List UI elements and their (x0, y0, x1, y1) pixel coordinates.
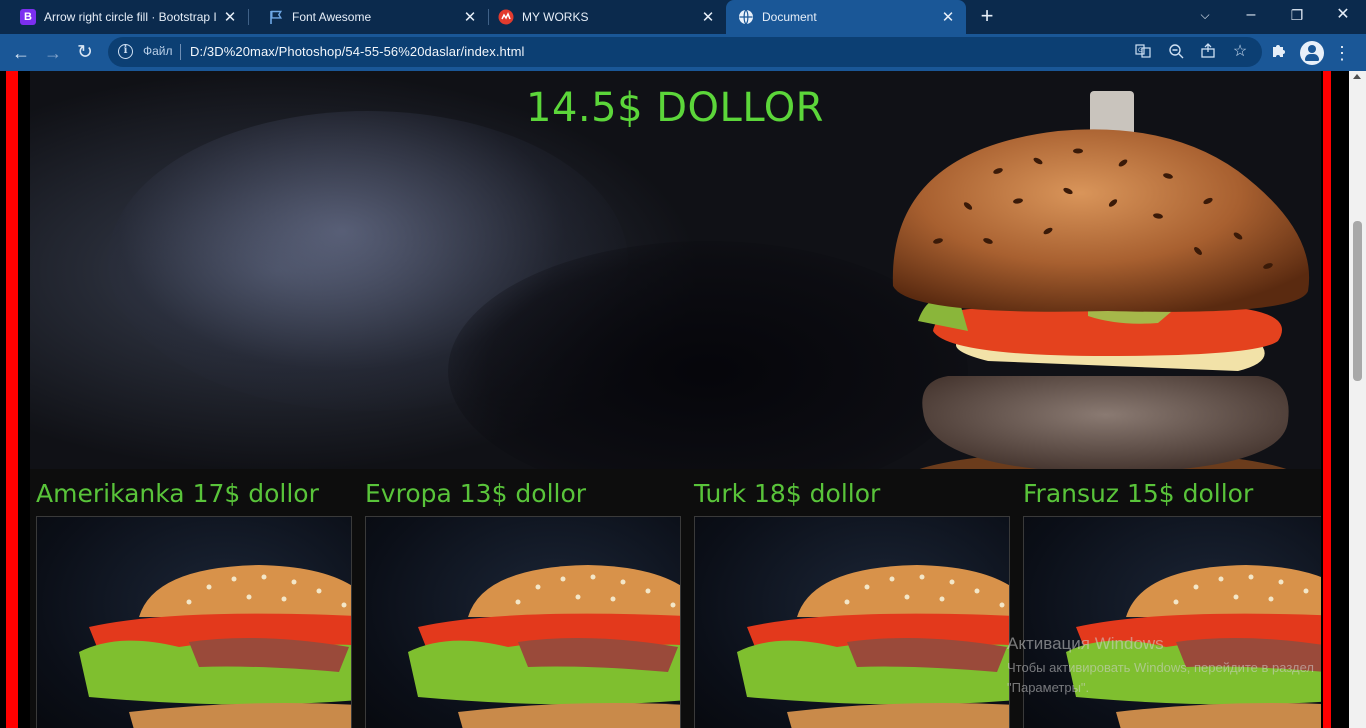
hero-burger-image (892, 91, 1310, 469)
tab-document[interactable]: Document ✕ (726, 0, 966, 34)
share-icon[interactable] (1198, 43, 1218, 61)
flag-icon (268, 9, 284, 25)
product-card-image (365, 516, 681, 728)
bootstrap-icon: B (20, 9, 36, 25)
reload-icon[interactable]: ↻ (72, 40, 98, 66)
tab-font-awesome[interactable]: Font Awesome ✕ (248, 0, 488, 34)
tab-title: Arrow right circle fill · Bootstrap I (44, 10, 217, 24)
restore-icon[interactable]: ❐ (1274, 0, 1320, 30)
product-card-turk[interactable]: Turk 18$ dollor (686, 469, 1010, 728)
scheme-label: Файл (143, 44, 173, 58)
page-frame-right-border (1321, 71, 1349, 728)
burger-image (737, 565, 1009, 728)
burger-image (408, 565, 680, 728)
page-viewport: 14.5$ DOLLOR Amerikanka 17$ dollor Evrop… (0, 71, 1349, 728)
product-card-image (36, 516, 352, 728)
product-card-title: Evropa 13$ dollor (365, 479, 587, 508)
minimize-icon[interactable]: – (1228, 0, 1274, 30)
translate-icon[interactable]: G (1133, 43, 1153, 61)
avatar-icon[interactable] (1300, 41, 1324, 65)
zoom-icon[interactable] (1166, 43, 1186, 61)
close-icon[interactable]: ✕ (460, 8, 480, 26)
new-tab-button[interactable]: + (975, 5, 999, 29)
globe-icon (738, 9, 754, 25)
close-icon[interactable]: ✕ (220, 8, 240, 26)
product-card-title: Fransuz 15$ dollor (1023, 479, 1254, 508)
url-text[interactable]: D:/3D%20max/Photoshop/54-55-56%20daslar/… (190, 44, 525, 59)
product-card-title: Amerikanka 17$ dollor (36, 479, 319, 508)
page-frame-left-border (0, 71, 30, 728)
address-bar[interactable]: i Файл D:/3D%20max/Photoshop/54-55-56%20… (108, 37, 1262, 67)
tab-strip: B Arrow right circle fill · Bootstrap I … (0, 0, 1366, 34)
my-works-logo-icon (498, 9, 514, 25)
close-icon[interactable]: ✕ (938, 8, 958, 26)
hero-price-heading: 14.5$ DOLLOR (526, 85, 824, 131)
page-scrollbar[interactable] (1349, 71, 1366, 728)
activation-title: Активация Windows (1007, 634, 1164, 653)
window-close-icon[interactable]: ✕ (1320, 0, 1366, 30)
star-icon[interactable]: ☆ (1230, 43, 1250, 61)
back-icon[interactable]: ← (8, 40, 34, 66)
svg-text:G: G (1138, 47, 1143, 54)
tab-title: MY WORKS (522, 10, 589, 24)
omnibox-divider (180, 44, 181, 60)
product-card-title: Turk 18$ dollor (694, 479, 881, 508)
puzzle-icon[interactable] (1268, 42, 1290, 64)
tab-title: Font Awesome (292, 10, 372, 24)
scroll-up-arrow-icon[interactable] (1353, 74, 1361, 79)
forward-icon[interactable]: → (40, 40, 66, 66)
kebab-icon[interactable]: ⋮ (1330, 41, 1354, 65)
product-card-image (694, 516, 1010, 728)
burger-image (79, 565, 351, 728)
browser-toolbar: ← → ↻ i Файл D:/3D%20max/Photoshop/54-55… (0, 34, 1366, 71)
close-icon[interactable]: ✕ (698, 8, 718, 26)
windows-activation-watermark: Активация Windows Чтобы активировать Win… (1007, 634, 1337, 698)
product-card-amerikanka[interactable]: Amerikanka 17$ dollor (28, 469, 352, 728)
activation-text: Чтобы активировать Windows, перейдите в … (1007, 660, 1314, 695)
tab-bootstrap[interactable]: B Arrow right circle fill · Bootstrap I … (0, 0, 248, 34)
tab-title: Document (762, 10, 817, 24)
tab-my-works[interactable]: MY WORKS ✕ (478, 0, 726, 34)
info-icon[interactable]: i (118, 44, 133, 59)
tab-search-chevron-icon[interactable]: ⌵ (1182, 0, 1228, 30)
scrollbar-thumb[interactable] (1353, 221, 1362, 381)
product-card-evropa[interactable]: Evropa 13$ dollor (357, 469, 681, 728)
